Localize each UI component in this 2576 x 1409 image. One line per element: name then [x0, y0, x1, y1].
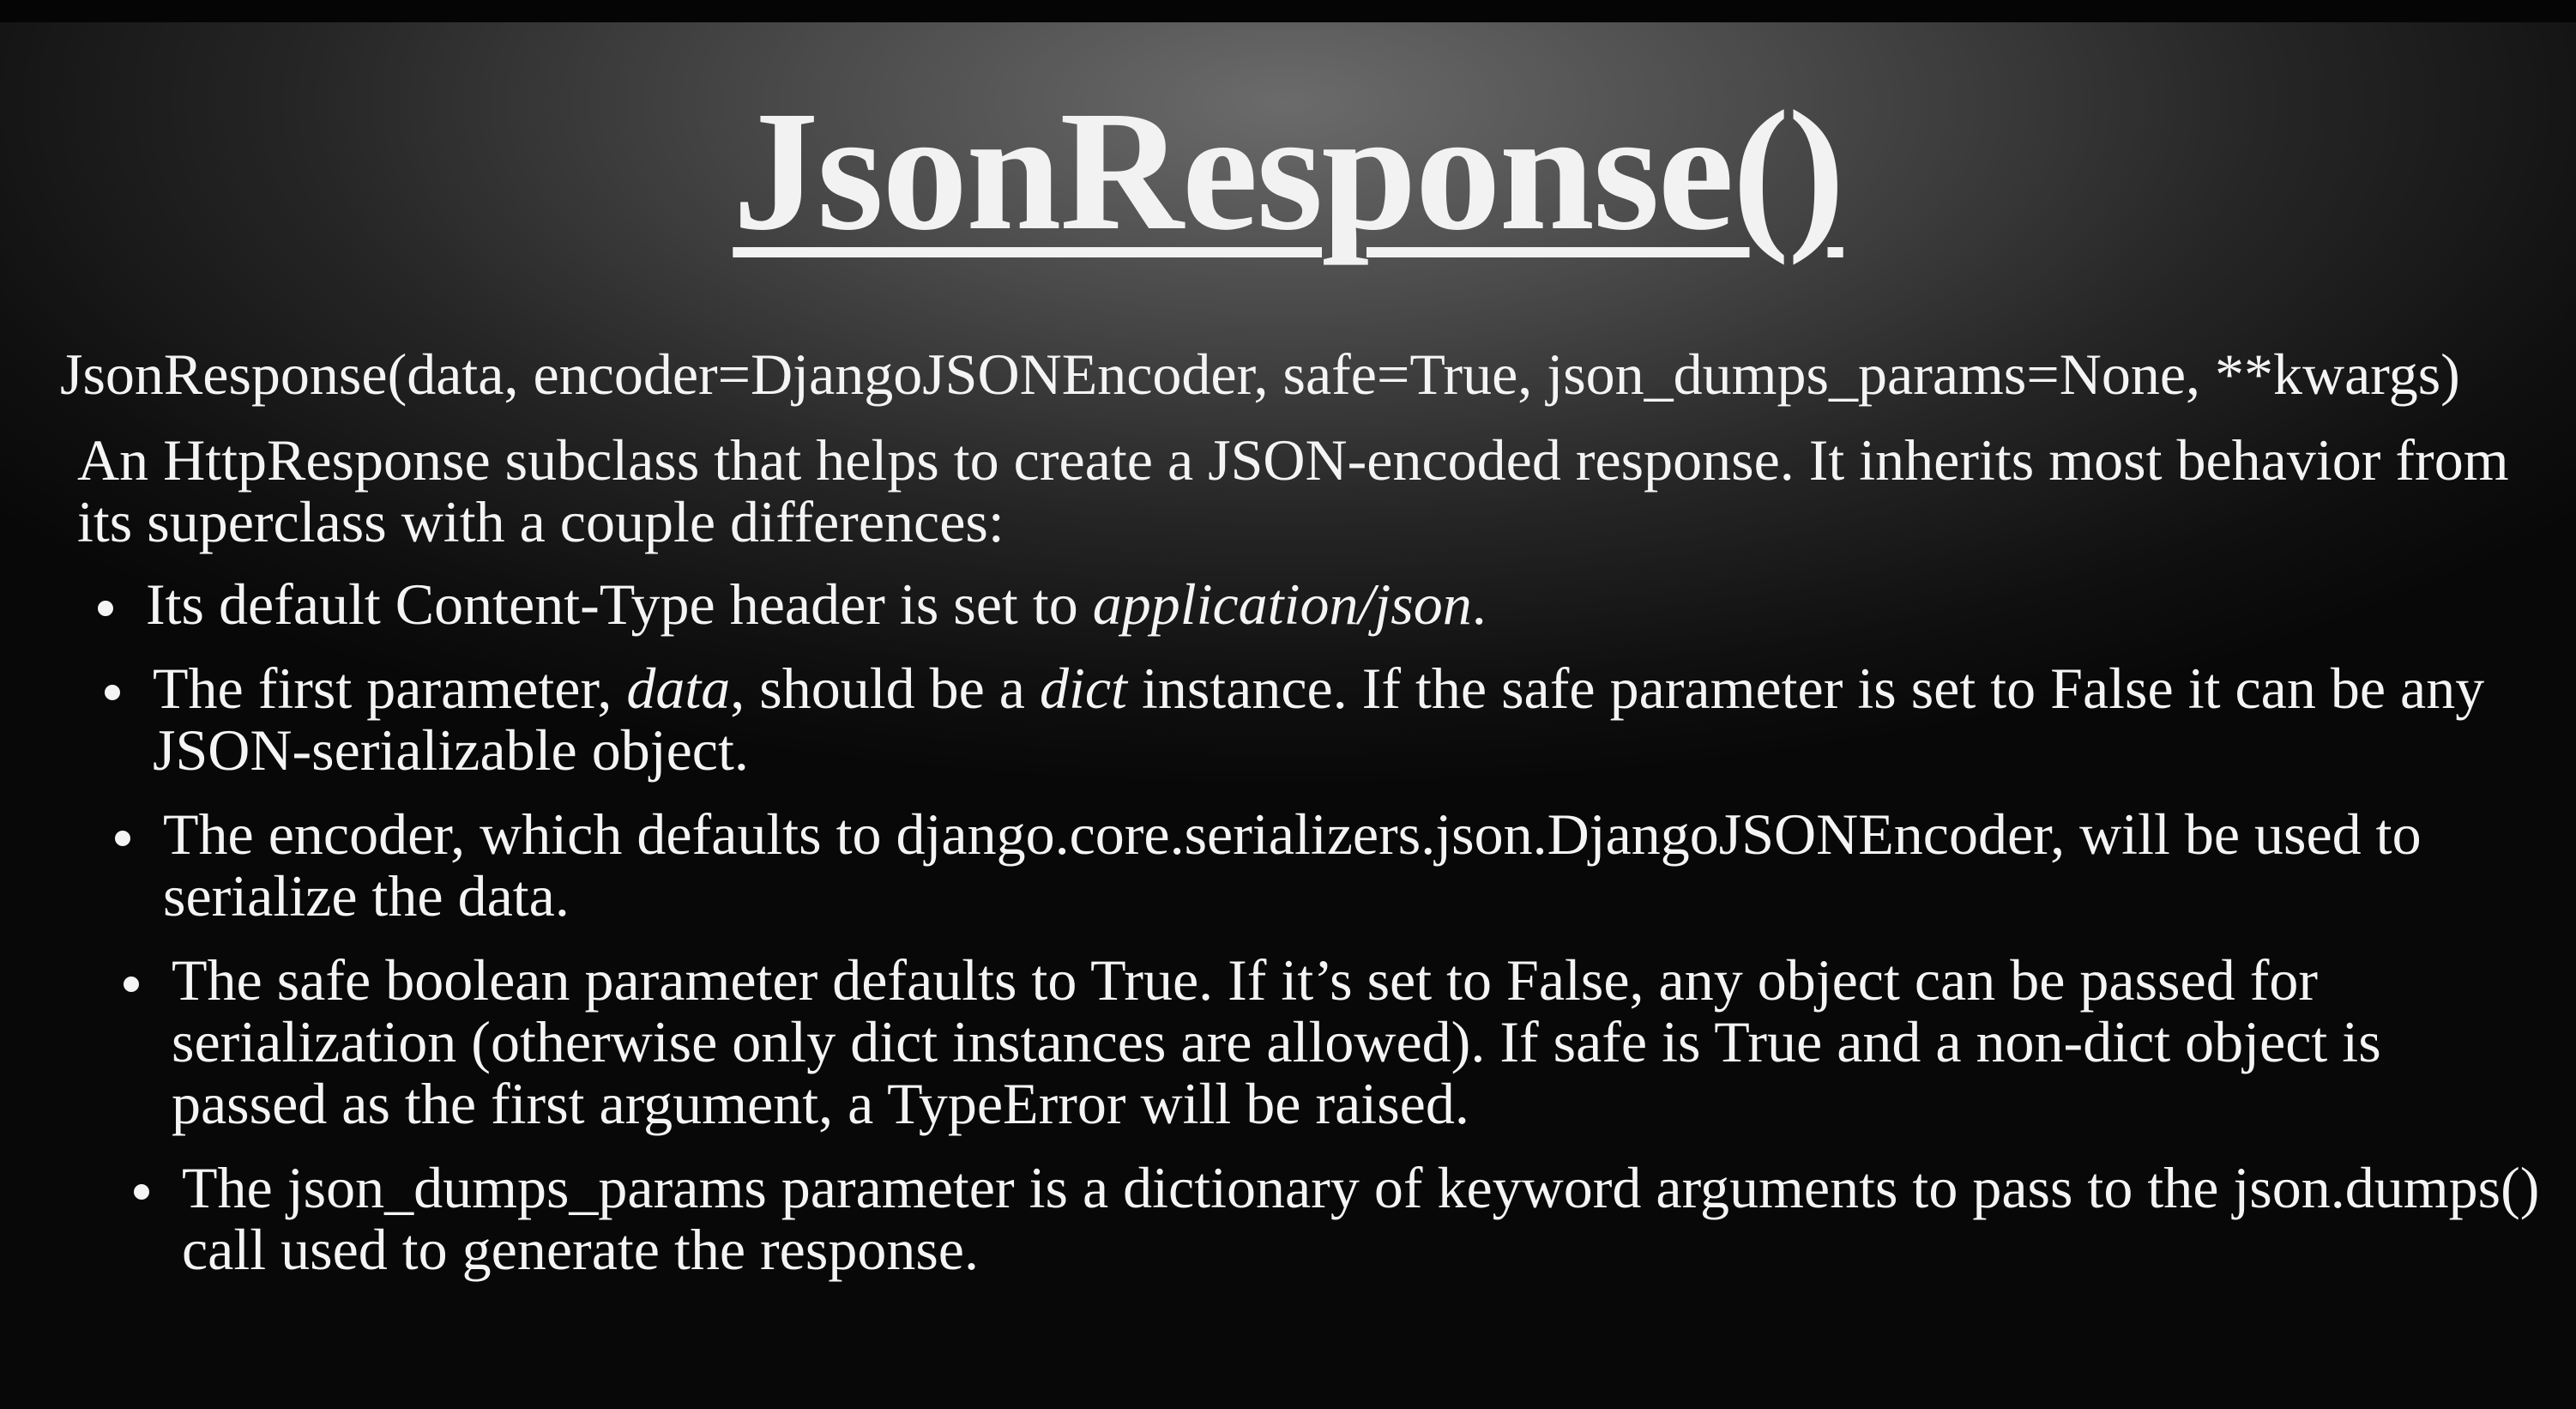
bullet-item-data-param: The first parameter, data, should be a d… — [67, 657, 2548, 781]
bullet-emphasis: dict — [1039, 656, 1127, 721]
bullet-item-content-type: Its default Content-Type header is set t… — [60, 573, 2548, 635]
bullet-dot-icon — [134, 1184, 149, 1200]
bullet-emphasis: application/json — [1092, 571, 1472, 637]
bullet-text: , should be a — [730, 656, 1040, 721]
bullet-dot-icon — [105, 685, 120, 700]
bullet-text: . — [1471, 571, 1487, 637]
intro-paragraph: An HttpResponse subclass that helps to c… — [77, 427, 2509, 554]
bullet-emphasis: data — [626, 656, 731, 721]
bullet-text: Its default Content-Type header is set t… — [146, 571, 1093, 637]
bullet-text: The first parameter, — [153, 656, 627, 721]
bullet-dot-icon — [124, 977, 139, 992]
screen-top-edge — [0, 0, 2576, 22]
bullet-item-json-dumps-params: The json_dumps_params parameter is a dic… — [96, 1157, 2548, 1280]
bullet-text: The encoder, which defaults to django.co… — [163, 801, 2422, 928]
slide-body: JsonResponse(data, encoder=DjangoJSONEnc… — [60, 343, 2548, 1303]
slide-screen: JsonResponse() JsonResponse(data, encode… — [0, 0, 2576, 1409]
slide-title: JsonResponse() — [733, 76, 1844, 266]
function-signature: JsonResponse(data, encoder=DjangoJSONEnc… — [60, 342, 2460, 407]
bullet-text: The json_dumps_params parameter is a dic… — [182, 1155, 2540, 1282]
bullet-dot-icon — [98, 601, 113, 616]
bullet-item-encoder: The encoder, which defaults to django.co… — [77, 803, 2548, 927]
bullet-list: Its default Content-Type header is set t… — [60, 573, 2548, 1280]
bullet-dot-icon — [115, 831, 130, 846]
bullet-item-safe: The safe boolean parameter defaults to T… — [86, 949, 2548, 1134]
bullet-text: The safe boolean parameter defaults to T… — [172, 947, 2381, 1136]
